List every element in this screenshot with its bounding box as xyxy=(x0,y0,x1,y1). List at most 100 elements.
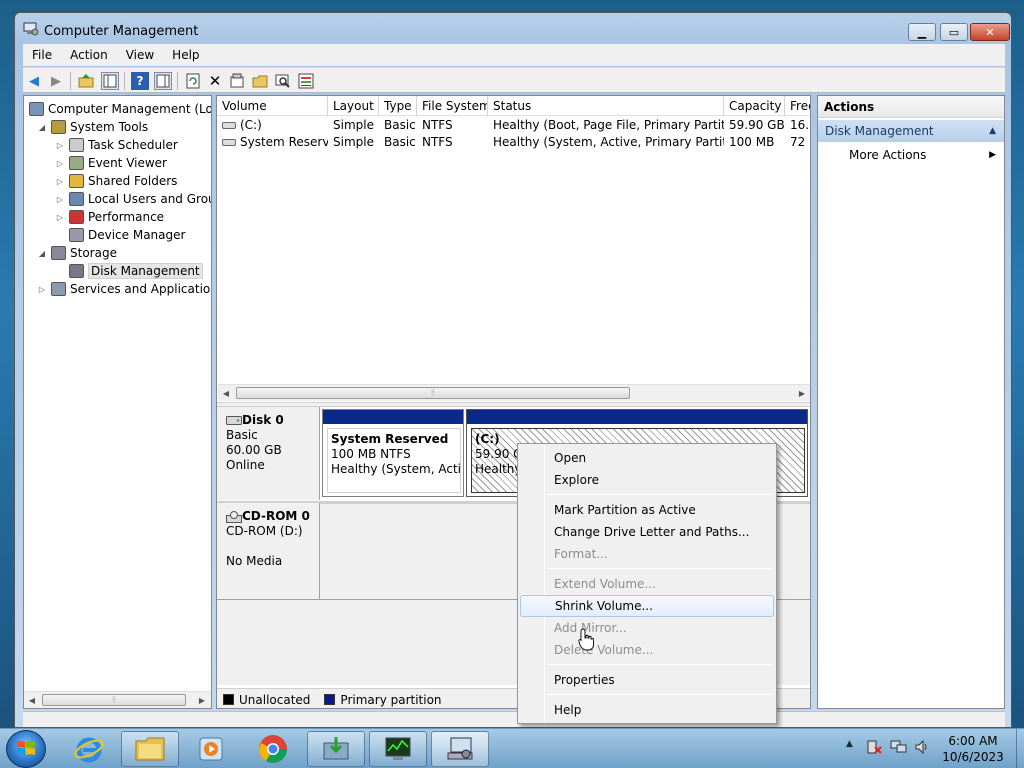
taskbar-media-player[interactable] xyxy=(182,731,240,767)
volume-icon[interactable] xyxy=(914,739,930,758)
scroll-thumb[interactable]: ⦙⦙ xyxy=(236,387,630,399)
collapse-up-icon[interactable]: ▲ xyxy=(989,120,996,142)
collapsed-arrow-icon[interactable]: ▷ xyxy=(55,141,65,150)
show-hide-console-tree-icon[interactable] xyxy=(101,72,119,90)
disk-settings-icon[interactable] xyxy=(297,72,315,90)
column-header[interactable]: Free xyxy=(785,96,810,116)
cdrom-0-label[interactable]: CD-ROM 0 CD-ROM (D:) No Media xyxy=(217,503,320,599)
more-actions-label: More Actions xyxy=(849,148,927,162)
menu-item-open[interactable]: Open xyxy=(520,447,774,469)
taskbar-computer-management[interactable] xyxy=(431,731,489,767)
menu-item-mark-partition-as-active[interactable]: Mark Partition as Active xyxy=(520,499,774,521)
scroll-thumb[interactable]: ⦙⦙ xyxy=(42,694,186,706)
minimize-button[interactable]: ▁ xyxy=(908,23,936,41)
network-icon[interactable] xyxy=(890,739,908,758)
taskbar-task-manager[interactable] xyxy=(369,731,427,767)
primary-partition-swatch xyxy=(324,694,336,705)
show-desktop-button[interactable] xyxy=(1016,729,1024,768)
tree-node[interactable]: ▷ Performance xyxy=(55,208,164,226)
computer-icon xyxy=(29,102,44,116)
properties-icon[interactable] xyxy=(228,72,246,90)
tree-horizontal-scrollbar[interactable]: ◀ ⦙⦙ ▶ xyxy=(24,691,211,708)
action-center-icon[interactable] xyxy=(866,739,882,758)
tree-node-label: Device Manager xyxy=(88,228,186,242)
scroll-left-icon[interactable]: ◀ xyxy=(24,692,40,708)
tree-node[interactable]: ▷ Shared Folders xyxy=(55,172,177,190)
table-cell: 72 M xyxy=(790,135,810,149)
show-hide-action-pane-icon[interactable] xyxy=(154,72,172,90)
table-row[interactable]: (C:) Simple Basic NTFS Healthy (Boot, Page F… xyxy=(217,117,810,134)
tree-node[interactable]: ▷ Services and Applications xyxy=(37,280,211,298)
collapsed-arrow-icon[interactable]: ▷ xyxy=(55,213,65,222)
tree-node[interactable]: ▷ Task Scheduler xyxy=(55,136,178,154)
close-button[interactable]: ✕ xyxy=(970,23,1010,41)
actions-section-label: Disk Management xyxy=(825,124,934,138)
volume-list-horizontal-scrollbar[interactable]: ◀ ⦙⦙ ▶ xyxy=(218,384,810,401)
tree-node[interactable]: ▷ Local Users and Groups xyxy=(55,190,211,208)
scroll-right-icon[interactable]: ▶ xyxy=(794,385,810,401)
volume-list-header: Volume Layout Type File System Status Capacit… xyxy=(217,96,810,116)
menu-item-change-drive-letter-and-paths[interactable]: Change Drive Letter and Paths... xyxy=(520,521,774,543)
menu-file[interactable]: File xyxy=(23,48,61,62)
collapsed-arrow-icon[interactable]: ▷ xyxy=(55,195,65,204)
partition-system-reserved[interactable]: System Reserved 100 MB NTFS Healthy (Sys… xyxy=(322,409,464,497)
start-button[interactable] xyxy=(6,730,46,768)
magnifier-icon[interactable] xyxy=(274,72,292,90)
scroll-left-icon[interactable]: ◀ xyxy=(218,385,234,401)
primary-partition-bar xyxy=(467,410,807,424)
column-header[interactable]: Status xyxy=(488,96,724,116)
menu-item-shrink-volume[interactable]: Shrink Volume... xyxy=(520,595,774,617)
tree-node[interactable]: ▷ Event Viewer xyxy=(55,154,167,172)
disk-0-label[interactable]: Disk 0 Basic 60.00 GB Online xyxy=(217,407,320,500)
tree-node[interactable]: ◢ System Tools xyxy=(37,118,148,136)
menu-item-add-mirror[interactable]: Add Mirror... xyxy=(520,617,774,639)
clock-time: 6:00 AM xyxy=(948,734,998,748)
taskbar-file-explorer[interactable] xyxy=(121,731,179,767)
column-header[interactable]: Type xyxy=(379,96,417,116)
menu-item-properties[interactable]: Properties xyxy=(520,669,774,691)
tree-node[interactable]: ◢ Storage xyxy=(37,244,117,262)
expanded-arrow-icon[interactable]: ◢ xyxy=(37,123,47,132)
column-header[interactable]: File System xyxy=(417,96,488,116)
forward-icon[interactable]: ▶ xyxy=(47,72,65,90)
menu-view[interactable]: View xyxy=(117,48,163,62)
tree-node[interactable]: Device Manager xyxy=(55,226,185,244)
tree-node[interactable]: Computer Management (Local xyxy=(29,100,212,118)
performance-icon xyxy=(69,210,84,224)
open-folder-icon[interactable] xyxy=(251,72,269,90)
more-actions-item[interactable]: More Actions ▶ xyxy=(849,144,1004,166)
system-clock[interactable]: 6:00 AM 10/6/2023 xyxy=(934,733,1012,765)
show-hidden-icons-icon[interactable]: ▲ xyxy=(846,739,853,749)
column-header[interactable]: Layout xyxy=(328,96,379,116)
taskbar-chrome[interactable] xyxy=(244,731,302,767)
tree-node[interactable]: Disk Management xyxy=(55,262,203,280)
menu-item-extend-volume[interactable]: Extend Volume... xyxy=(520,573,774,595)
title-bar[interactable]: Computer Management ▁ ▭ ✕ xyxy=(15,13,1011,43)
taskbar-installer[interactable] xyxy=(307,731,365,767)
maximize-button[interactable]: ▭ xyxy=(940,23,968,41)
collapsed-arrow-icon[interactable]: ▷ xyxy=(55,159,65,168)
menu-item-delete-volume[interactable]: Delete Volume... xyxy=(520,639,774,661)
collapsed-arrow-icon[interactable]: ▷ xyxy=(55,177,65,186)
volume-cell: (C:) xyxy=(217,117,328,134)
help-icon[interactable]: ? xyxy=(131,72,149,90)
refresh-icon[interactable] xyxy=(184,72,202,90)
tree-node-label: Computer Management (Local xyxy=(48,102,212,116)
column-header[interactable]: Volume xyxy=(217,96,328,116)
actions-section-disk-management[interactable]: Disk Management ▲ xyxy=(818,120,1004,142)
back-icon[interactable]: ◀ xyxy=(25,72,43,90)
menu-bar: File Action View Help xyxy=(23,44,1005,66)
scroll-right-icon[interactable]: ▶ xyxy=(194,692,210,708)
collapsed-arrow-icon[interactable]: ▷ xyxy=(37,285,47,294)
menu-item-help[interactable]: Help xyxy=(520,699,774,721)
delete-icon[interactable]: ✕ xyxy=(206,72,224,90)
expanded-arrow-icon[interactable]: ◢ xyxy=(37,249,47,258)
taskbar-internet-explorer[interactable] xyxy=(60,731,118,767)
up-folder-icon[interactable] xyxy=(77,72,95,90)
table-row[interactable]: System Reserved Simple Basic NTFS Healthy (S… xyxy=(217,134,810,151)
menu-action[interactable]: Action xyxy=(61,48,117,62)
menu-help[interactable]: Help xyxy=(163,48,208,62)
column-header[interactable]: Capacity xyxy=(724,96,785,116)
menu-item-explore[interactable]: Explore xyxy=(520,469,774,491)
menu-item-format[interactable]: Format... xyxy=(520,543,774,565)
